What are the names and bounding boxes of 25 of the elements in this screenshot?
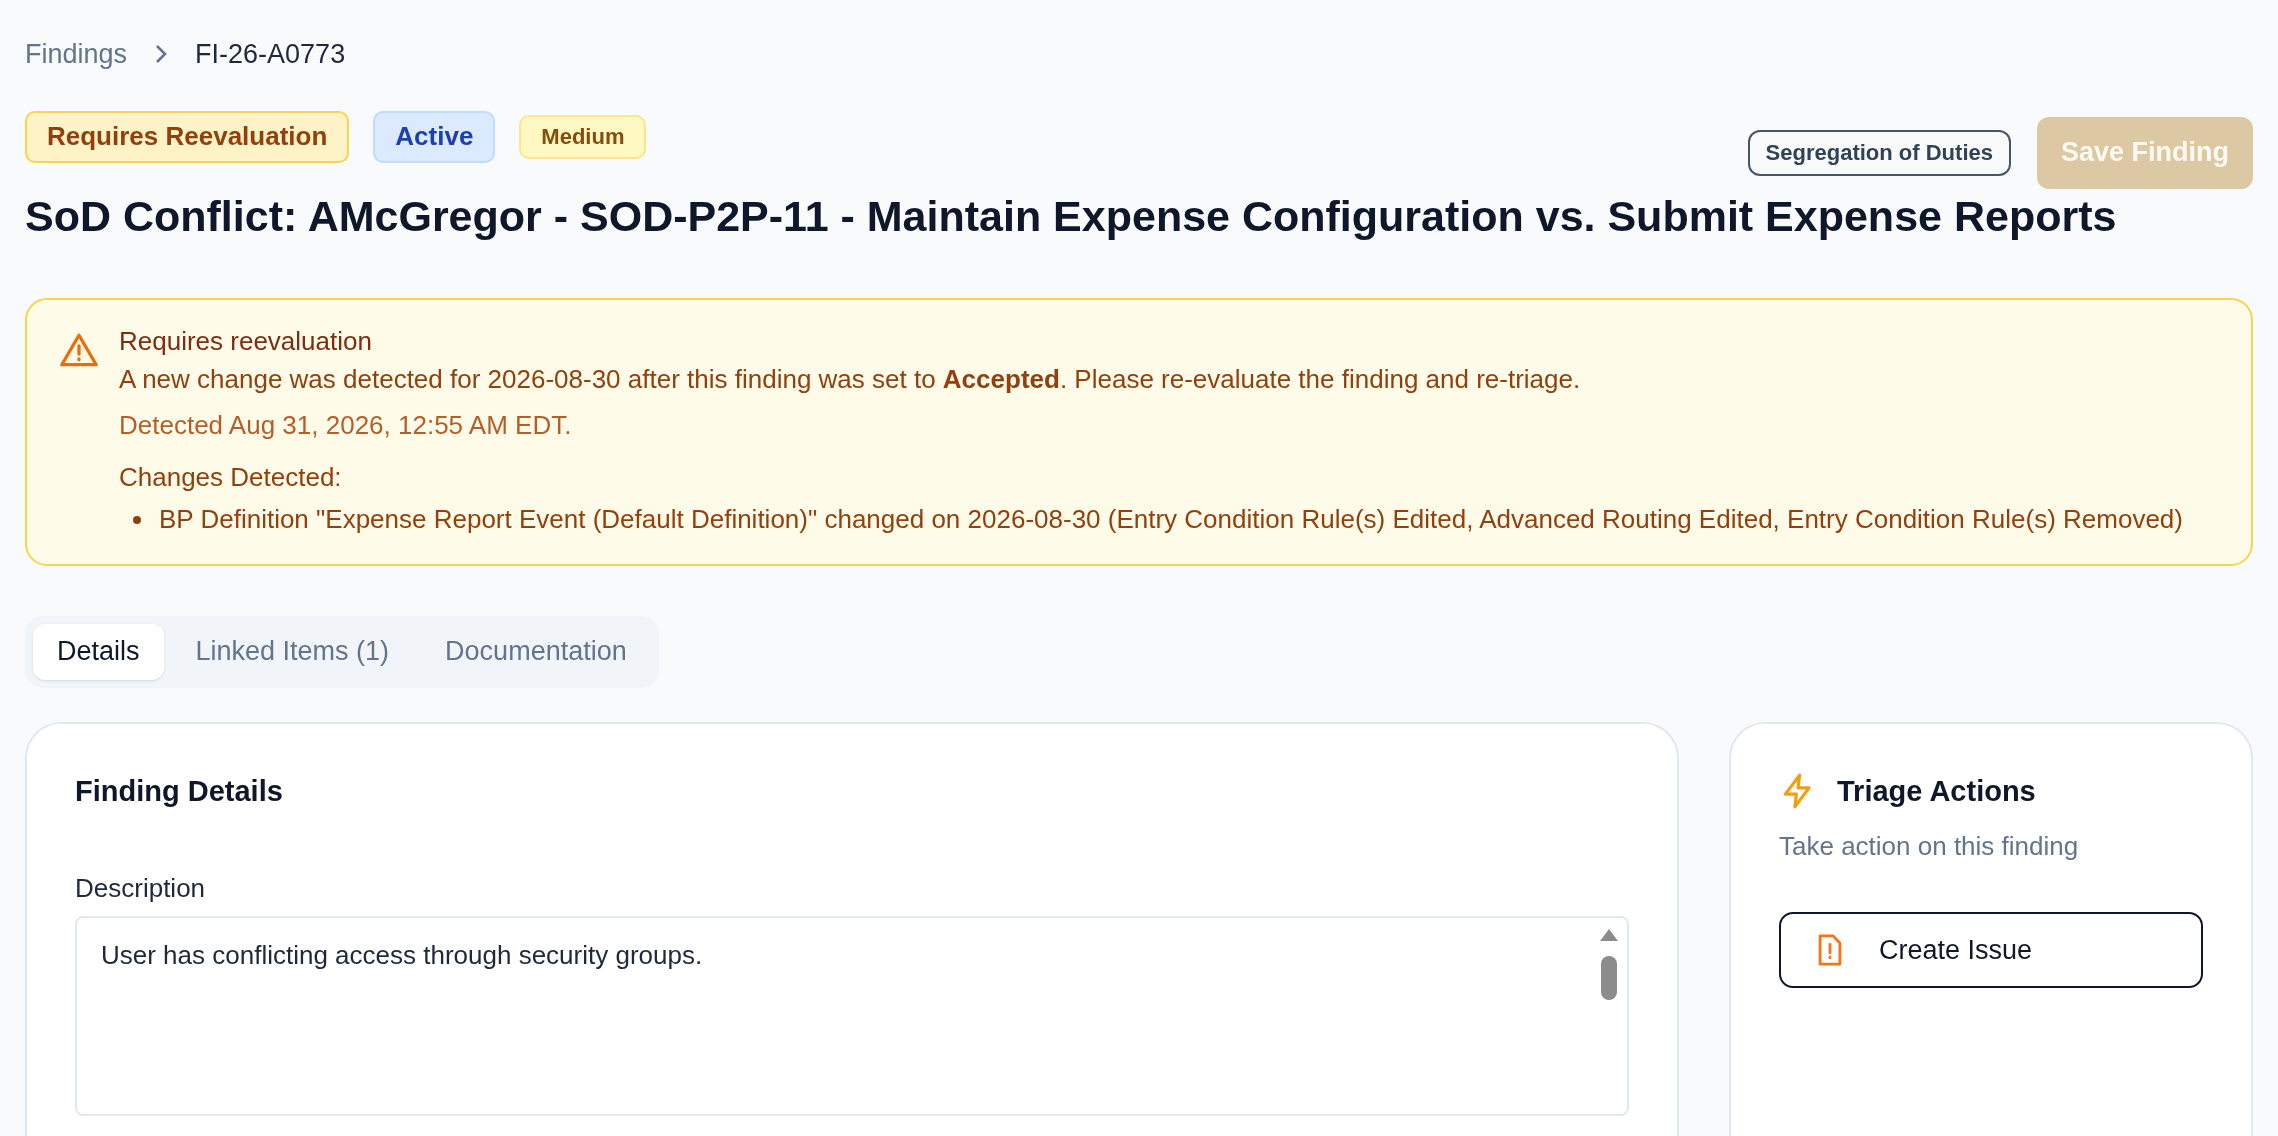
- status-badge: Medium: [519, 114, 647, 159]
- breadcrumb-current: FI-26-A0773: [195, 38, 346, 71]
- tab[interactable]: Details: [33, 623, 164, 680]
- tab[interactable]: Documentation: [421, 623, 651, 680]
- warning-icon: [59, 331, 99, 368]
- breadcrumb-link[interactable]: Findings: [25, 34, 128, 75]
- category-tag: Segregation of Duties: [1747, 129, 2011, 176]
- alert-title: Requires reevaluation: [119, 324, 373, 358]
- description-field[interactable]: User has conflicting access through security groups.: [75, 916, 1629, 1116]
- tab[interactable]: Linked Items (1): [171, 623, 414, 680]
- bullet-icon: [133, 515, 141, 524]
- card-title: Finding Details: [75, 773, 284, 809]
- field-label: Description: [75, 872, 207, 905]
- page-title: SoD Conflict: AMcGregor - SOD-P2P-11 - Maintain Expense Configuration vs. Submit Expense Reports: [25, 190, 2118, 242]
- change-item: BP Definition "Expense Report Event (Default Definition)" changed on 2026-08-30 (Entry Condition Rule(s) Edited, Advanced Routing Edited, Entry Condition Rule(s) Removed): [159, 502, 2183, 536]
- changes-heading: Changes Detected:: [119, 460, 343, 494]
- card-subtitle: Take action on this finding: [1779, 830, 2080, 863]
- detected-timestamp: Detected Aug 31, 2026, 12:55 AM EDT.: [119, 408, 573, 442]
- status-badge: Requires Reevaluation: [25, 110, 350, 163]
- action-button[interactable]: Create Issue: [1779, 912, 2203, 988]
- scrollbar-thumb[interactable]: [1601, 956, 1617, 1000]
- scroll-up-icon[interactable]: [1599, 928, 1619, 942]
- alert-message: A new change was detected for 2026-08-30 after this finding was set to Accepted. Please re-evaluate the finding and re-triage.: [119, 362, 1582, 396]
- status-badge: Active: [373, 110, 496, 163]
- card-title: Triage Actions: [1837, 773, 2036, 809]
